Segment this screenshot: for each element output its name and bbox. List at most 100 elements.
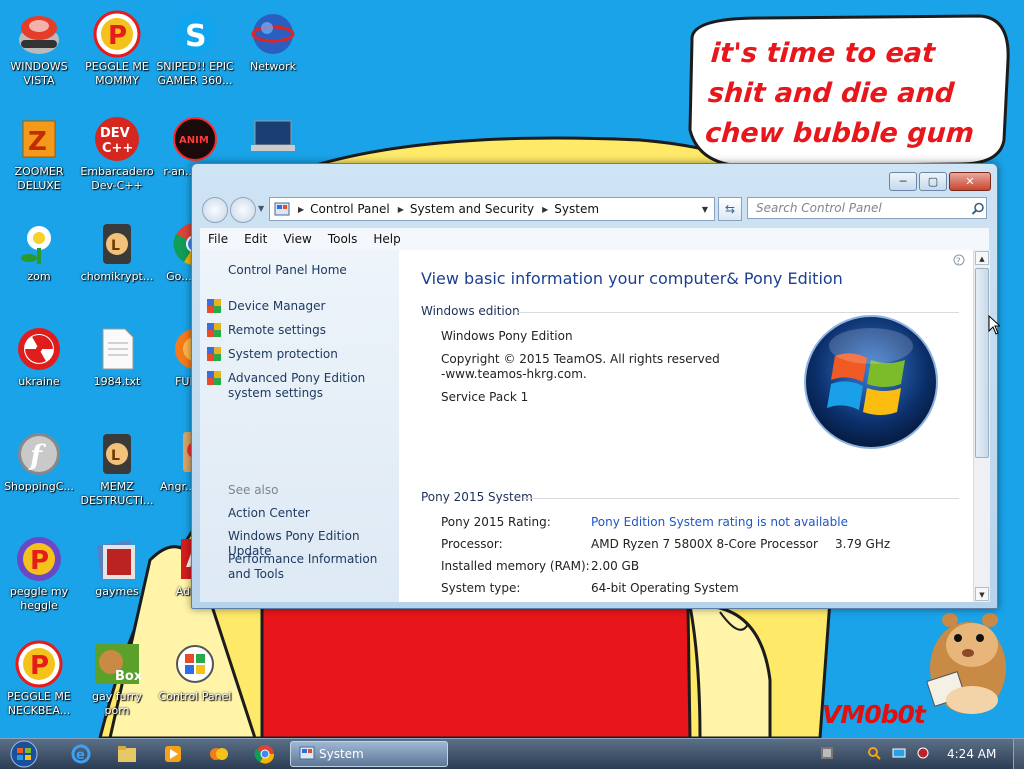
breadcrumb-chevron-icon[interactable]: ▶ (298, 205, 304, 214)
menu-help[interactable]: Help (365, 232, 408, 246)
breadcrumb-system-and-security[interactable]: System and Security (410, 202, 534, 216)
close-button[interactable]: ✕ (949, 172, 991, 191)
shield-icon (207, 323, 221, 337)
shield-icon (207, 347, 221, 361)
menu-edit[interactable]: Edit (236, 232, 275, 246)
breadcrumb-system[interactable]: System (554, 202, 599, 216)
desktop-icon-label: gaymes (95, 585, 139, 598)
windows-edition-heading: Windows edition (421, 304, 520, 318)
windows-logo-icon (804, 315, 938, 449)
vertical-scrollbar[interactable]: ▲ ▼ (973, 250, 990, 602)
system-window[interactable]: ─ ▢ ✕ ▼ ▶ Control Panel ▶ System and Sec… (191, 163, 998, 609)
desktop-icon-windows-vista[interactable]: WINDOWS VISTA (0, 10, 78, 88)
desktop-icon-label: ZOOMER DELUXE (14, 165, 64, 192)
volume-icon[interactable] (916, 746, 930, 760)
desktop-icon-ukraine[interactable]: ukraine (0, 325, 78, 389)
desktop-icon-1984-txt[interactable]: 1984.txt (78, 325, 156, 389)
remote-settings-link[interactable]: Remote settings (228, 323, 326, 338)
devcpp-icon: DEV C++ (93, 115, 141, 163)
processor-label: Processor: (441, 537, 503, 551)
show-desktop-button[interactable] (1013, 739, 1024, 769)
menu-file[interactable]: File (200, 232, 236, 246)
scroll-down-arrow-icon[interactable]: ▼ (975, 587, 989, 601)
address-bar[interactable]: ▶ Control Panel ▶ System and Security ▶ … (269, 197, 715, 221)
desktop-icon-laptop[interactable] (234, 115, 312, 165)
recent-pages-dropdown-icon[interactable]: ▼ (258, 204, 264, 213)
desktop-icon-zom[interactable]: zom (0, 220, 78, 284)
desktop-icon-shopping[interactable]: f ShoppingC... (0, 430, 78, 494)
desktop-icon-peggle-me-neckbeard[interactable]: P PEGGLE ME NECKBEA... (0, 640, 78, 718)
svg-text:e: e (76, 748, 85, 763)
svg-text:Z: Z (28, 127, 47, 157)
chrome-icon[interactable] (254, 743, 276, 765)
menu-tools[interactable]: Tools (320, 232, 366, 246)
speech-bubble-text: it's time to eat shit and die and chew b… (704, 38, 976, 149)
svg-text:P: P (108, 21, 127, 51)
desktop-icon-gay-furry[interactable]: Box gay furry porn (78, 640, 156, 718)
desktop-icon-memz[interactable]: L MEMZ DESTRUCTI... (78, 430, 156, 508)
menu-bar: File Edit View Tools Help (200, 228, 989, 250)
search-tray-icon[interactable] (867, 746, 881, 760)
media-player-icon[interactable] (162, 743, 184, 765)
content-pane: ? View basic information your computer& … (399, 250, 973, 602)
scroll-up-arrow-icon[interactable]: ▲ (975, 251, 989, 265)
network-tray-icon[interactable] (892, 746, 906, 760)
action-center-link[interactable]: Action Center (228, 506, 310, 521)
search-input[interactable]: Search Control Panel (747, 197, 987, 219)
desktop-icon-control-panel[interactable]: Control Panel (156, 640, 234, 704)
zoomer-icon: Z (15, 115, 63, 163)
dark-app-icon: ANIM (171, 115, 219, 163)
control-panel-home-link[interactable]: Control Panel Home (228, 263, 347, 278)
shield-icon (207, 299, 221, 313)
scrollbar-thumb[interactable] (975, 268, 989, 458)
minimize-button[interactable]: ─ (889, 172, 917, 191)
clock[interactable]: 4:24 AM (947, 747, 996, 761)
service-pack: Service Pack 1 (441, 390, 529, 404)
rating-label: Pony 2015 Rating: (441, 515, 551, 529)
svg-text:P: P (30, 651, 49, 681)
address-dropdown-icon[interactable]: ▼ (702, 205, 708, 214)
peggle-icon: P (15, 640, 63, 688)
search-icon[interactable] (971, 202, 985, 216)
breadcrumb-chevron-icon[interactable]: ▶ (398, 205, 404, 214)
tray-app-icon[interactable] (820, 746, 834, 760)
desktop-icon-gaymes[interactable]: gaymes (78, 535, 156, 599)
processor-speed: 3.79 GHz (835, 537, 891, 551)
start-button[interactable] (6, 740, 42, 768)
desktop-icon-label: SNIPED!! EPIC GAMER 360... (156, 60, 234, 87)
back-button[interactable] (202, 197, 228, 223)
ie-icon[interactable]: e (70, 743, 92, 765)
breadcrumb-chevron-icon[interactable]: ▶ (542, 205, 548, 214)
svg-text:L: L (111, 448, 120, 464)
desktop-icon-zoomer-deluxe[interactable]: Z ZOOMER DELUXE (0, 115, 78, 193)
peggle-icon: P (15, 535, 63, 583)
see-also-heading: See also (228, 483, 279, 497)
desktop-icon-peggle-me-mommy[interactable]: P PEGGLE ME MOMMY (78, 10, 156, 88)
device-manager-link[interactable]: Device Manager (228, 299, 325, 314)
taskbar-item-label: System (319, 747, 364, 761)
copyright-text: Copyright © 2015 TeamOS. All rights rese… (441, 352, 720, 366)
flash-icon: f (15, 430, 63, 478)
performance-information-link[interactable]: Performance Information and Tools (228, 552, 398, 582)
breadcrumb-control-panel[interactable]: Control Panel (310, 202, 390, 216)
menu-view[interactable]: View (275, 232, 319, 246)
advanced-system-settings-link[interactable]: Advanced Pony Edition system settings (228, 371, 398, 401)
desktop-icon-network[interactable]: Network (234, 10, 312, 74)
svg-text:DEV: DEV (100, 126, 130, 141)
caption-buttons: ─ ▢ ✕ (887, 172, 991, 191)
help-icon[interactable]: ? (952, 253, 966, 267)
refresh-button[interactable]: ⇆ (718, 197, 742, 221)
forward-button[interactable] (230, 197, 256, 223)
taskbar-item-system[interactable]: System (290, 741, 448, 767)
desktop-icon-chomikrypt[interactable]: L chomikrypt... (78, 220, 156, 284)
desktop-icon-label: Control Panel (158, 690, 232, 703)
pinned-app-icon[interactable] (208, 743, 230, 765)
desktop-icon-label: 1984.txt (93, 375, 141, 388)
desktop-icon-sniped[interactable]: S SNIPED!! EPIC GAMER 360... (156, 10, 234, 88)
maximize-button[interactable]: ▢ (919, 172, 947, 191)
desktop-icon-peggle-my-heggle[interactable]: P peggle my heggle (0, 535, 78, 613)
system-protection-link[interactable]: System protection (228, 347, 338, 362)
system-rating-link[interactable]: Pony Edition System rating is not availa… (591, 515, 848, 530)
desktop-icon-devcpp[interactable]: DEV C++ Embarcadero Dev-C++ (78, 115, 156, 193)
explorer-icon[interactable] (116, 743, 138, 765)
